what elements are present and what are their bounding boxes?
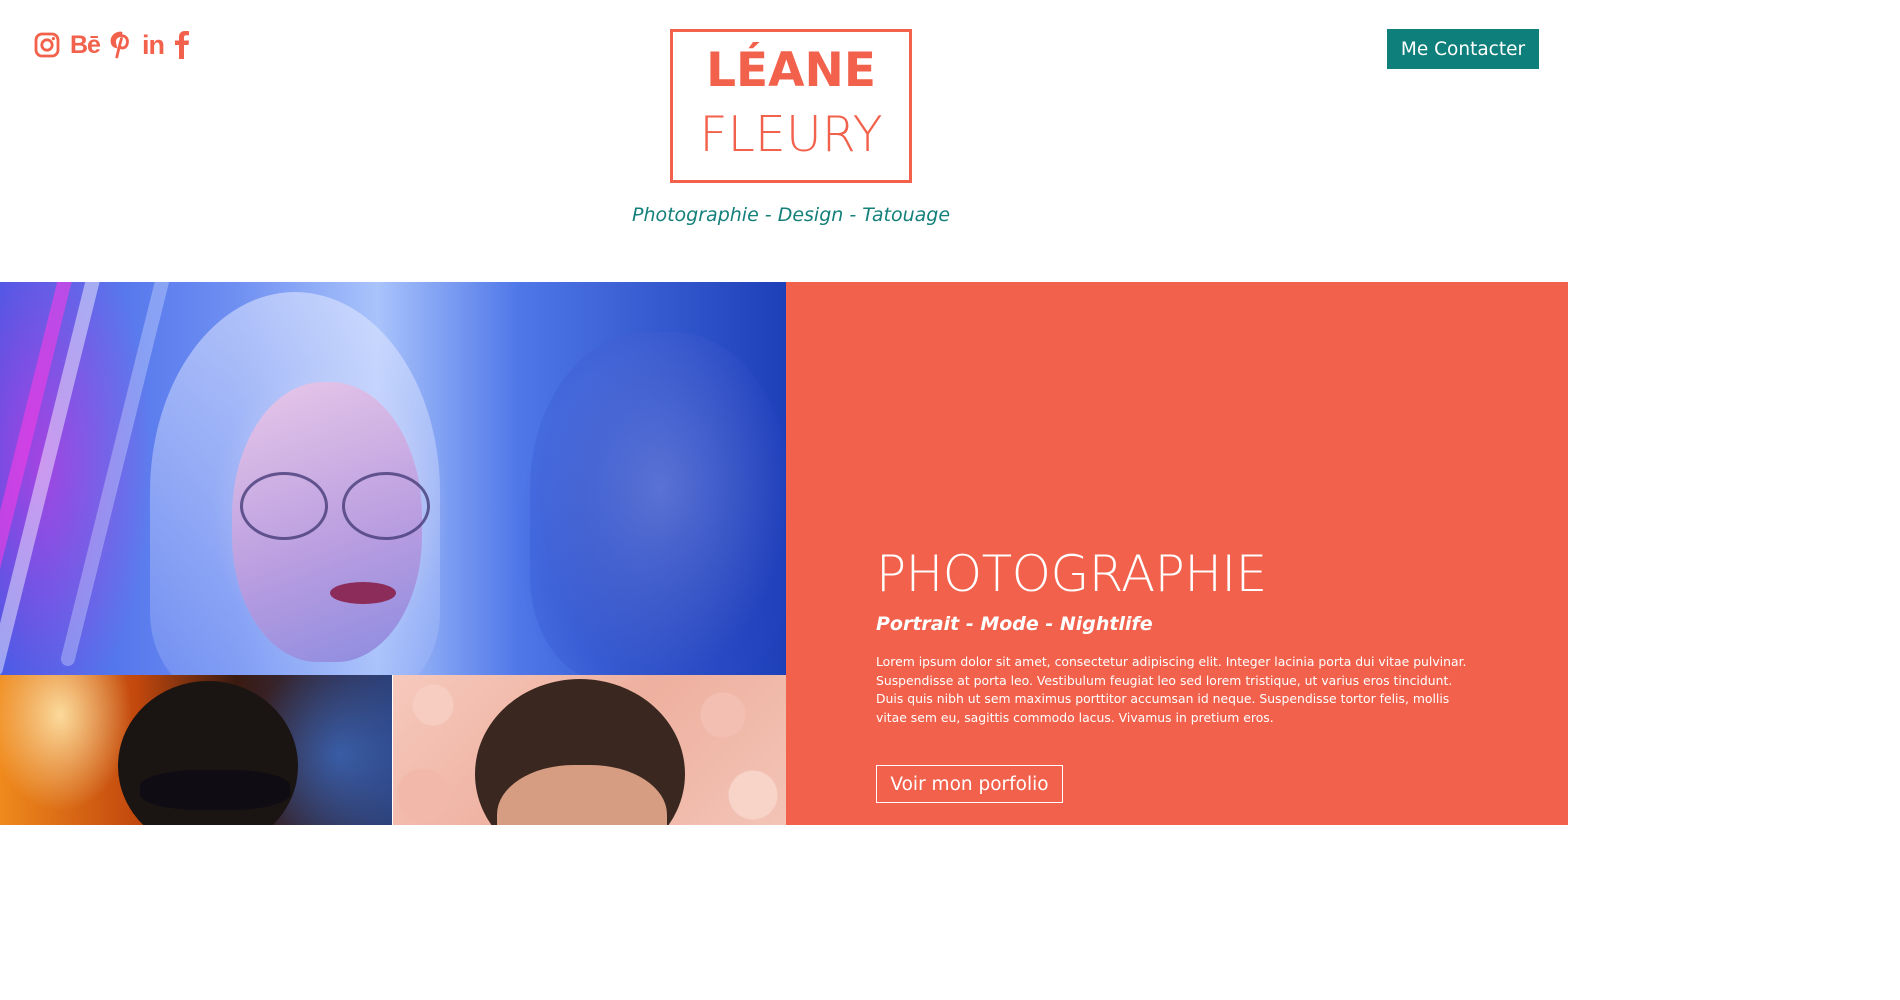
portrait-photo-petals bbox=[393, 675, 786, 825]
social-links: Bē in bbox=[34, 30, 190, 60]
portfolio-button[interactable]: Voir mon porfolio bbox=[876, 765, 1063, 803]
portrait-photo-nightlife bbox=[0, 675, 392, 825]
pinterest-link[interactable] bbox=[110, 30, 132, 60]
page: Bē in LÉANE FLEURY Photographie - Design… bbox=[0, 0, 1568, 825]
site-logo[interactable]: LÉANE FLEURY bbox=[670, 29, 912, 183]
section-subtitle: Portrait - Mode - Nightlife bbox=[876, 613, 1153, 635]
linkedin-link[interactable]: in bbox=[141, 29, 165, 60]
photography-section: PHOTOGRAPHIE Portrait - Mode - Nightlife… bbox=[786, 282, 1568, 825]
pinterest-icon bbox=[110, 31, 129, 59]
logo-first-name: LÉANE bbox=[706, 43, 876, 98]
instagram-icon bbox=[34, 32, 60, 58]
portrait-photo-neon bbox=[0, 282, 786, 675]
instagram-link[interactable] bbox=[34, 30, 60, 60]
section-title: PHOTOGRAPHIE bbox=[876, 545, 1267, 603]
contact-button[interactable]: Me Contacter bbox=[1387, 29, 1539, 69]
logo-last-name: FLEURY bbox=[699, 106, 883, 163]
section-description: Lorem ipsum dolor sit amet, consectetur … bbox=[876, 654, 1467, 726]
site-tagline: Photographie - Design - Tatouage bbox=[631, 204, 951, 226]
facebook-icon bbox=[174, 31, 189, 59]
behance-link[interactable]: Bē bbox=[70, 30, 101, 60]
linkedin-icon: in bbox=[141, 29, 165, 60]
facebook-link[interactable] bbox=[174, 30, 190, 60]
behance-icon: Bē bbox=[70, 30, 101, 59]
